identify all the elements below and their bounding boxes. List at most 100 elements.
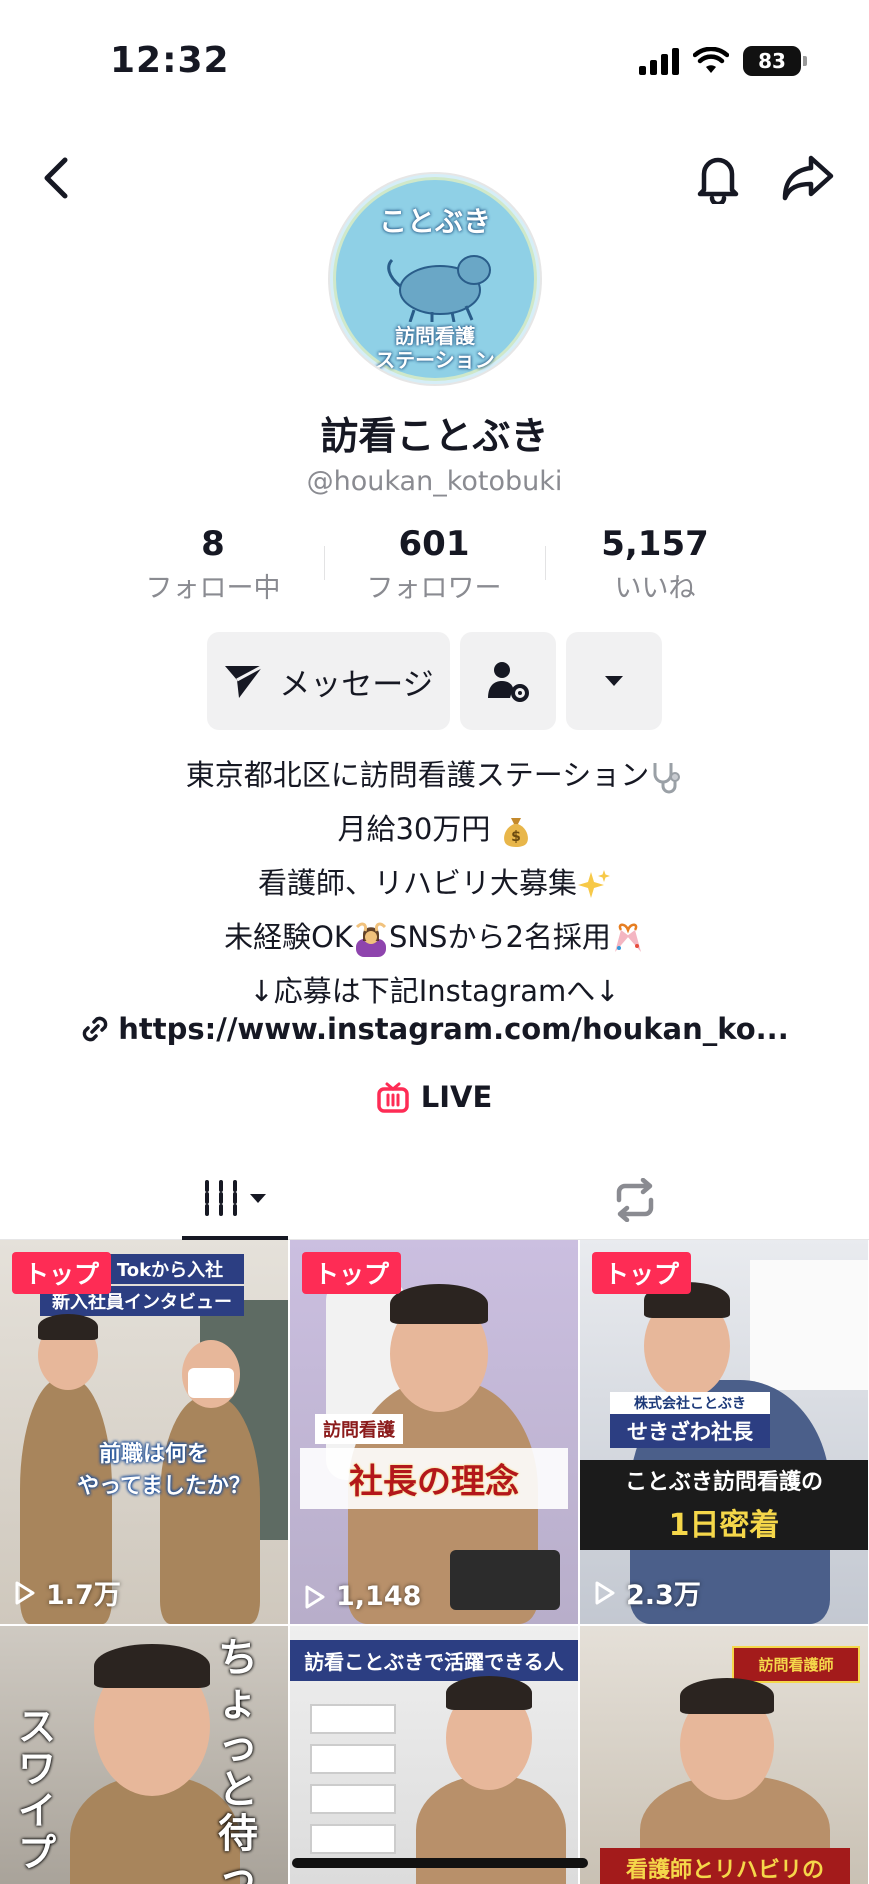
- more-options-dropdown[interactable]: [566, 632, 662, 730]
- cellular-signal-icon: [639, 47, 679, 75]
- pinned-badge: トップ: [12, 1252, 112, 1294]
- likes-label: いいね: [614, 573, 696, 604]
- bio-line: 未経験OK SNSから2名採用: [0, 910, 869, 964]
- share-button[interactable]: [778, 150, 838, 206]
- bell-icon: [697, 157, 739, 204]
- bio-line: ↓応募は下記Instagramへ↓: [0, 964, 869, 1018]
- video-thumbnail[interactable]: 訪看ことぶきで活躍できる人: [290, 1626, 578, 1884]
- view-count: 2.3万: [594, 1573, 701, 1612]
- back-button[interactable]: [28, 150, 84, 206]
- bio-text: ↓応募は下記Instagramへ↓: [249, 974, 620, 1008]
- wifi-icon: [693, 47, 729, 73]
- person-hair: [390, 1284, 488, 1324]
- face-mask: [188, 1368, 234, 1398]
- ranking-box: [310, 1704, 396, 1734]
- caret-down-icon: [605, 676, 623, 686]
- caption-line: 1日密着: [580, 1500, 868, 1550]
- message-button-label: メッセージ: [279, 666, 434, 703]
- play-icon: [595, 1581, 615, 1604]
- person-figure: [160, 1396, 260, 1624]
- profile-bio: 東京都北区に訪問看護ステーション 月給30万円 $ 看護師、リハビリ大募集 未経…: [0, 748, 869, 1018]
- laptop: [450, 1550, 560, 1610]
- bio-text: 東京都北区に訪問看護ステーション: [185, 758, 650, 792]
- avatar-logo: ことぶき 訪問看護 ステーション: [333, 177, 537, 381]
- video-caption: 看護師とリハビリの: [600, 1848, 850, 1884]
- bio-text: 未経験OK: [224, 920, 353, 954]
- bio-line: 東京都北区に訪問看護ステーション: [0, 748, 869, 802]
- tab-videos[interactable]: [182, 1160, 288, 1240]
- wall-calendar: [750, 1260, 868, 1390]
- sparkles-icon: [578, 870, 610, 898]
- profile-tabs: [0, 1160, 869, 1240]
- likes-count: 5,157: [601, 524, 709, 564]
- ranking-box: [310, 1824, 396, 1854]
- following-count: 8: [201, 524, 225, 564]
- caret-down-icon: [250, 1193, 266, 1203]
- video-thumbnail[interactable]: 訪問看護 社長の理念 トップ 1,148: [290, 1240, 578, 1624]
- followers-label: フォロワー: [366, 573, 502, 604]
- avatar-text-top: ことぶき: [378, 205, 491, 238]
- person-gear-icon: [488, 662, 529, 702]
- message-button[interactable]: メッセージ: [207, 632, 450, 730]
- video-thumbnail[interactable]: Tokから入社 新入社員インタビュー 前職は何を やってましたか？ トップ 1.…: [0, 1240, 288, 1624]
- view-count: 1,148: [304, 1581, 421, 1612]
- person-hair: [38, 1314, 98, 1340]
- bio-text: SNSから2名採用: [388, 920, 611, 954]
- send-icon: [225, 664, 265, 698]
- view-count-text: 1,148: [336, 1581, 422, 1612]
- followers-count: 601: [398, 524, 470, 564]
- grid-bars-icon: [205, 1180, 237, 1216]
- caption-line: せきざわ社長: [610, 1414, 770, 1448]
- bio-line: 看護師、リハビリ大募集: [0, 856, 869, 910]
- tab-reposts[interactable]: [585, 1160, 685, 1240]
- svg-text:$: $: [511, 829, 521, 845]
- status-time: 12:32: [110, 40, 230, 81]
- followers-stat[interactable]: 601 フォロワー: [334, 524, 534, 605]
- play-icon: [15, 1581, 35, 1604]
- profile-display-name: 訪看ことぶき: [320, 414, 549, 458]
- dog-illustration-icon: [387, 255, 491, 322]
- ranking-box: [310, 1744, 396, 1774]
- bio-link[interactable]: https://www.instagram.com/houkan_ko...: [0, 1012, 869, 1046]
- view-count-text: 2.3万: [626, 1580, 701, 1611]
- vertical-caption: ちょっと待っ: [218, 1635, 258, 1884]
- video-caption: 訪看ことぶきで活躍できる人: [290, 1640, 578, 1681]
- profile-avatar[interactable]: ことぶき 訪問看護 ステーション: [328, 172, 542, 386]
- video-caption: 訪問看護 社長の理念: [290, 1414, 578, 1509]
- pinned-badge: トップ: [302, 1252, 402, 1294]
- status-bar: 12:32 83: [0, 0, 869, 120]
- chevron-left-icon: [44, 157, 68, 199]
- caption-line: Tokから入社: [96, 1254, 244, 1284]
- home-indicator[interactable]: [292, 1858, 588, 1868]
- share-arrow-icon: [782, 155, 834, 201]
- play-icon: [305, 1585, 325, 1608]
- profile-stats: 8 フォロー中 601 フォロワー 5,157 いいね: [0, 524, 869, 604]
- status-indicators: 83: [639, 46, 807, 76]
- caption-line: 社長の理念: [300, 1448, 568, 1509]
- caption-line: 前職は何を: [98, 1442, 209, 1467]
- bio-text: 看護師、リハビリ大募集: [257, 866, 577, 900]
- likes-stat[interactable]: 5,157 いいね: [555, 524, 755, 605]
- video-caption: 株式会社ことぶき せきざわ社長 ことぶき訪問看護の 1日密着: [580, 1392, 868, 1550]
- caption-line: やってましたか？: [77, 1474, 251, 1499]
- bio-link-text: https://www.instagram.com/houkan_ko...: [118, 1012, 789, 1046]
- repost-icon: [616, 1178, 654, 1222]
- vertical-caption: スワイプ: [18, 1705, 57, 1875]
- ranking-box: [310, 1784, 396, 1814]
- person-hair: [446, 1676, 532, 1710]
- pinned-badge: トップ: [592, 1252, 692, 1294]
- live-button[interactable]: LIVE: [0, 1080, 869, 1114]
- avatar-text-bottom-2: ステーション: [375, 348, 495, 372]
- video-thumbnail[interactable]: 訪問看護師 看護師とリハビリの: [580, 1626, 868, 1884]
- friend-settings-button[interactable]: [460, 632, 556, 730]
- person-gesturing-ok-icon: [355, 922, 386, 957]
- stat-divider: [545, 546, 546, 580]
- link-icon: [82, 1016, 108, 1042]
- video-thumbnail[interactable]: ちょっと待っ スワイプ: [0, 1626, 288, 1884]
- video-caption: 訪問看護師: [732, 1646, 860, 1683]
- stat-divider: [324, 546, 325, 580]
- notification-bell-button[interactable]: [690, 150, 746, 206]
- video-thumbnail[interactable]: 株式会社ことぶき せきざわ社長 ことぶき訪問看護の 1日密着 トップ 2.3万: [580, 1240, 868, 1624]
- bio-line: 月給30万円 $: [0, 802, 869, 856]
- following-stat[interactable]: 8 フォロー中: [113, 524, 313, 605]
